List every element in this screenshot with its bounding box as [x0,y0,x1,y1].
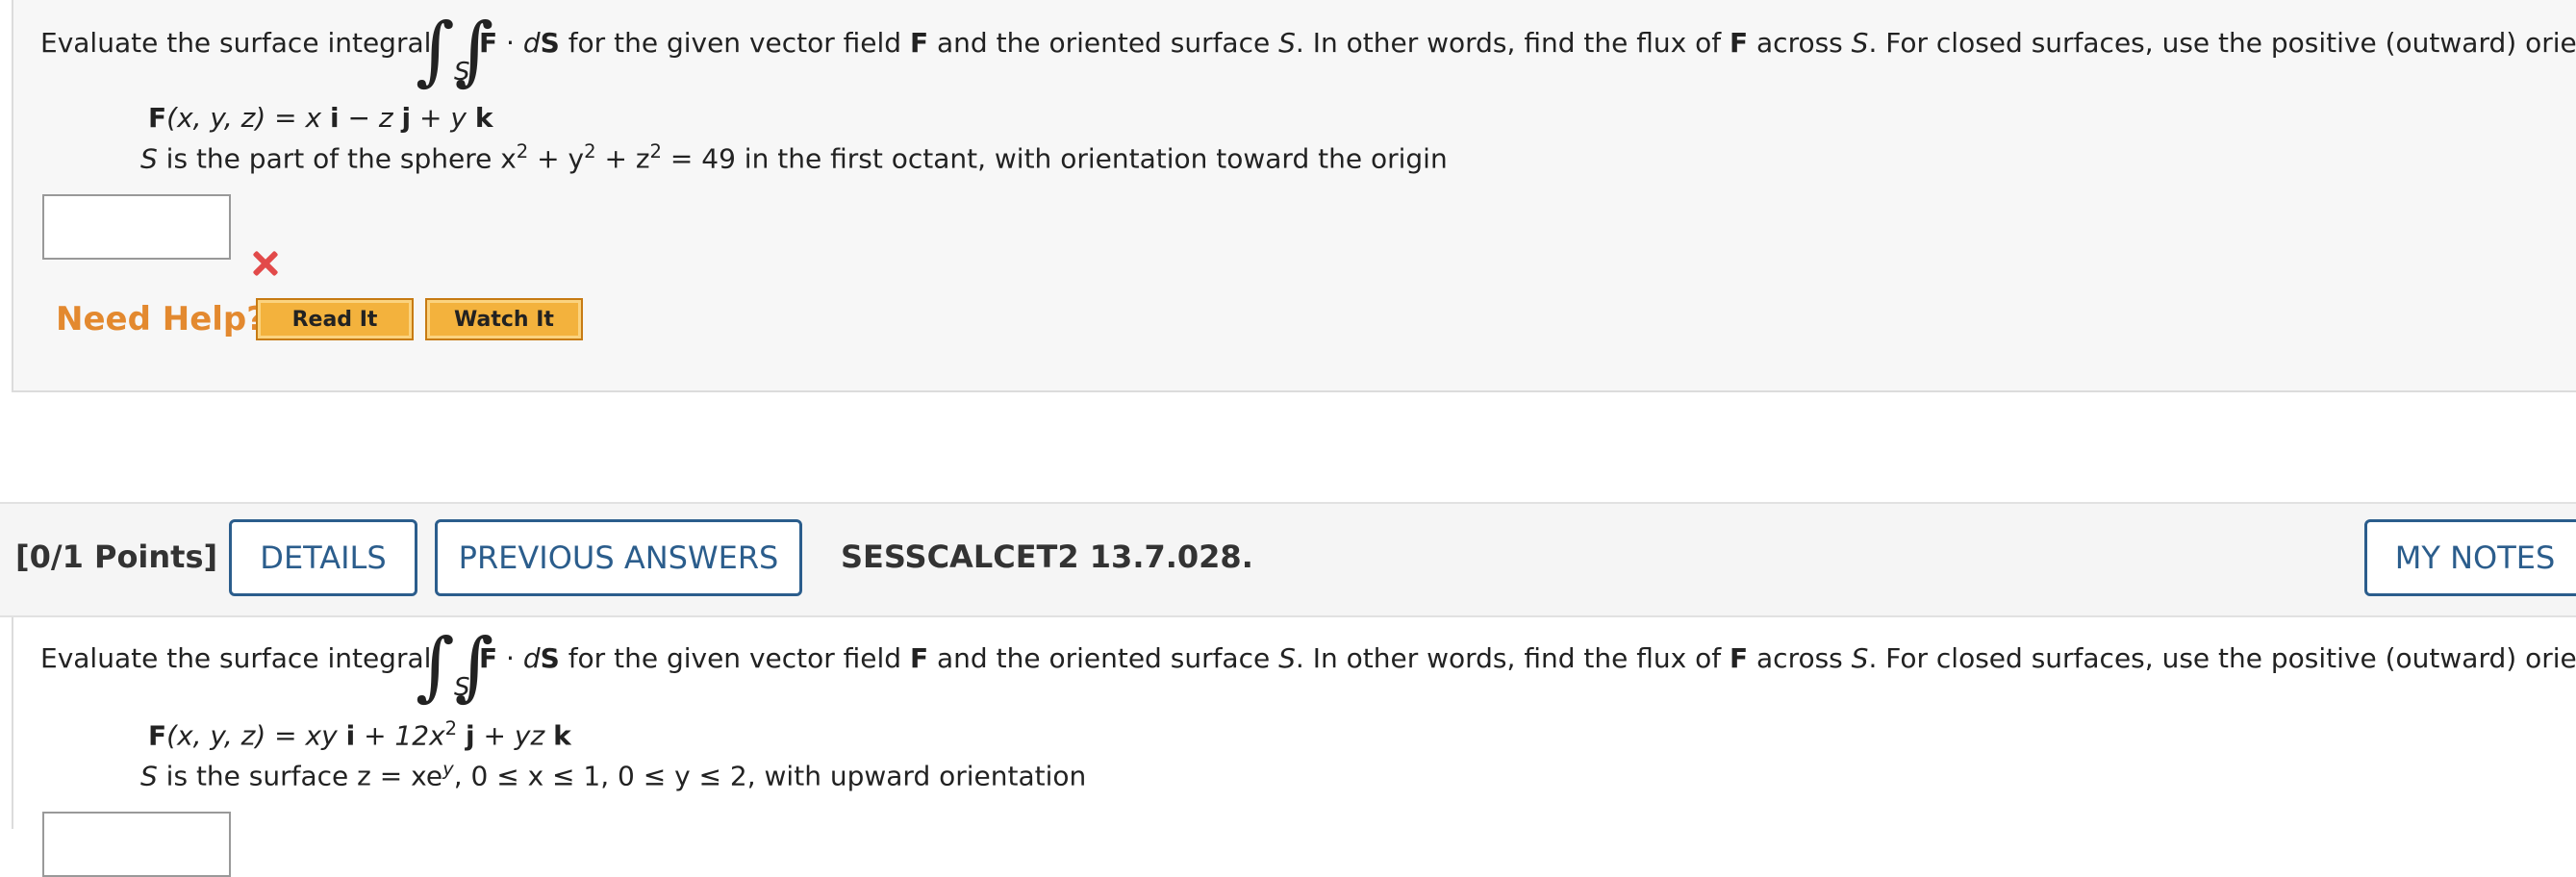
q1-intro: Evaluate the surface integral [40,27,432,59]
q2-answer-input[interactable] [42,812,231,877]
q2-vector-field: F(x, y, z) = xy i + 12x2 j + yz k [148,717,571,752]
q1-vector-field: F(x, y, z) = x i − z j + y k [148,102,493,134]
points-label: [0/1 Points] [15,539,218,575]
q2-prompt-rest: F · dS for the given vector field F and … [479,642,2576,674]
details-button[interactable]: DETAILS [229,519,417,596]
read-it-button[interactable]: Read It [256,298,414,340]
q2-surface: S is the surface z = xey, 0 ≤ x ≤ 1, 0 ≤… [140,758,1087,792]
q1-prompt: Evaluate the surface integral [40,27,431,59]
question-code: SESSCALCET2 13.7.028. [841,539,1253,575]
need-help-label: Need Help? [56,300,265,338]
close-icon [252,250,277,275]
q2-intro: Evaluate the surface integral [40,642,432,674]
q2-prompt: Evaluate the surface integral [40,642,431,674]
q1-prompt-rest: F · dS for the given vector field F and … [479,27,2576,59]
q1-answer-input[interactable] [42,194,231,260]
watch-it-button[interactable]: Watch It [425,298,583,340]
q1-surface: S is the part of the sphere x2 + y2 + z2… [140,140,1448,175]
previous-answers-button[interactable]: PREVIOUS ANSWERS [435,519,802,596]
my-notes-button[interactable]: MY NOTES [2364,519,2576,596]
